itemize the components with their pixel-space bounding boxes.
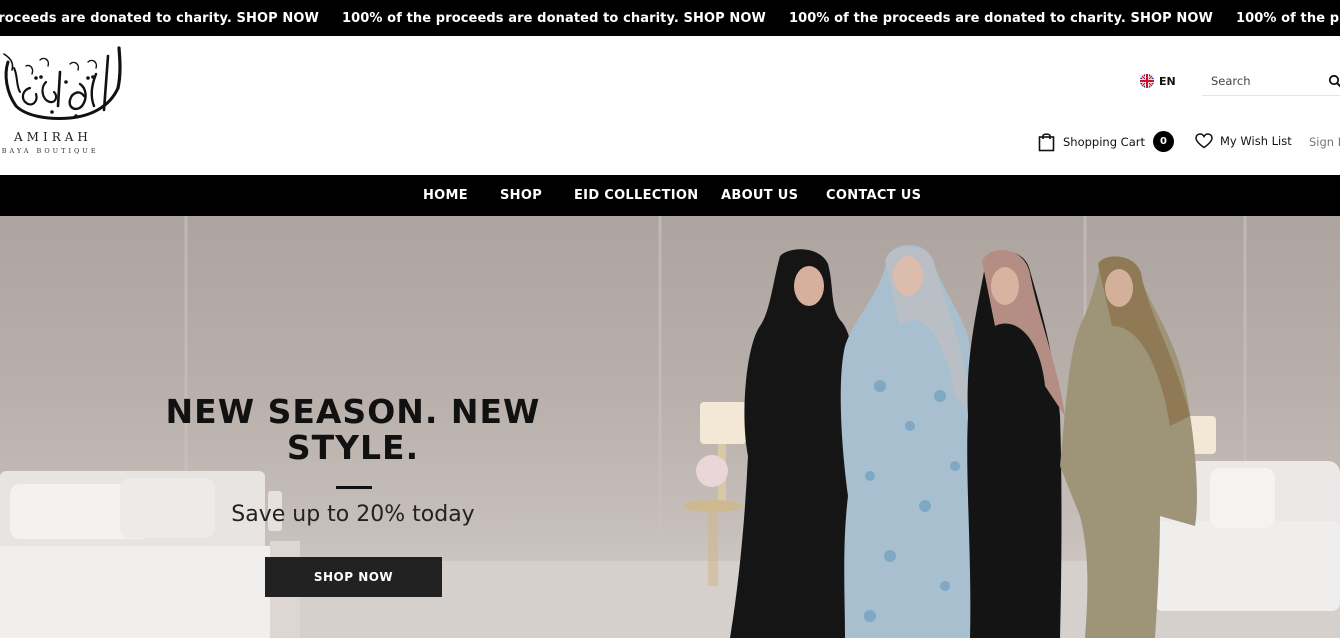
announcement-item[interactable]: 100% of the proceeds are donated to char… (789, 11, 1213, 26)
site-header: AMIRAH ABAYA BOUTIQUE EN Shopping Cart 0 (0, 36, 1340, 175)
search-box (1202, 66, 1340, 96)
shop-now-button[interactable]: SHOP NOW (265, 557, 442, 597)
announcement-track: 100% of the proceeds are donated to char… (0, 0, 1340, 36)
shopping-cart-link[interactable]: Shopping Cart 0 (1038, 131, 1174, 152)
announcement-item[interactable]: 100% of the proceeds are donated to char… (1236, 11, 1340, 26)
nav-home[interactable]: HOME (423, 175, 468, 216)
main-nav: HOME SHOP EID COLLECTION ABOUT US CONTAC… (0, 175, 1340, 216)
uk-flag-icon (1140, 74, 1154, 88)
language-switcher[interactable]: EN (1140, 74, 1176, 88)
cart-count-badge: 0 (1152, 131, 1174, 152)
sign-in-link[interactable]: Sign In (1309, 135, 1340, 149)
shopping-bag-icon (1038, 132, 1055, 151)
search-icon[interactable] (1328, 74, 1340, 88)
amirah-crown-logo-icon (3, 46, 122, 120)
announcement-item[interactable]: 100% of the proceeds are donated to char… (342, 11, 766, 26)
language-label: EN (1159, 74, 1176, 88)
wishlist-link[interactable]: My Wish List (1195, 133, 1292, 149)
nav-contact-us[interactable]: CONTACT US (826, 175, 921, 216)
hero-title: NEW SEASON. NEW STYLE. (165, 392, 541, 467)
nav-about-us[interactable]: ABOUT US (721, 175, 798, 216)
announcement-item[interactable]: 100% of the proceeds are donated to char… (0, 11, 319, 26)
nav-eid-collection[interactable]: EID COLLECTION (574, 175, 698, 216)
logo-name: AMIRAH (14, 130, 92, 144)
hero-subtitle: Save up to 20% today (231, 502, 475, 527)
announcement-bar: 100% of the proceeds are donated to char… (0, 0, 1340, 36)
heart-icon (1195, 133, 1213, 149)
nav-shop[interactable]: SHOP (500, 175, 542, 216)
search-input[interactable] (1202, 73, 1320, 88)
shopping-cart-label: Shopping Cart (1063, 134, 1145, 149)
wishlist-label: My Wish List (1220, 134, 1292, 148)
logo-tagline: ABAYA BOUTIQUE (0, 147, 99, 155)
hero-divider (336, 486, 372, 489)
brand-logo[interactable]: AMIRAH ABAYA BOUTIQUE (0, 44, 135, 162)
hero-banner: NEW SEASON. NEW STYLE. Save up to 20% to… (0, 216, 1340, 638)
